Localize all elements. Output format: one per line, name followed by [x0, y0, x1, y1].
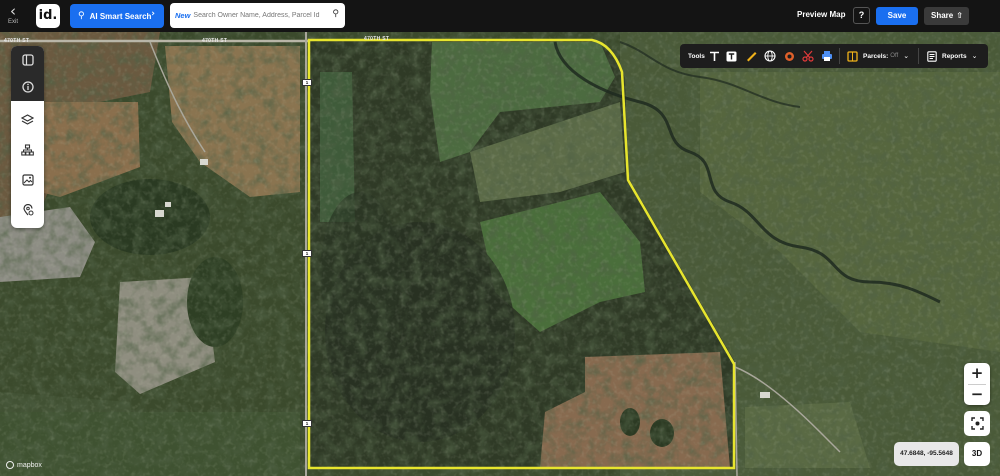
- map-app: ‹ Exit id. ⚲ AI Smart Search › New ⚲ Pre…: [0, 0, 1000, 476]
- zoom-divider: [968, 384, 986, 385]
- reports-label: Reports: [942, 52, 967, 60]
- parcels-label: Parcels:: [863, 52, 889, 60]
- help-button[interactable]: ?: [853, 7, 870, 24]
- search-icon[interactable]: ⚲: [332, 9, 339, 19]
- location-settings-icon[interactable]: [19, 201, 36, 218]
- info-icon[interactable]: [19, 78, 36, 95]
- parcels-icon: [847, 50, 858, 62]
- print-icon[interactable]: [821, 44, 833, 68]
- layers-icon[interactable]: [19, 111, 36, 128]
- map-imagery: [0, 32, 1000, 476]
- 3d-toggle-button[interactable]: 3D: [964, 442, 990, 466]
- panel-toggle-icon[interactable]: [19, 51, 36, 68]
- reports-menu[interactable]: Reports ⌄: [927, 44, 977, 68]
- ai-smart-search-label: AI Smart Search: [89, 11, 152, 21]
- toolbar-divider: [918, 48, 919, 64]
- search-icon: ⚲: [78, 11, 85, 21]
- preview-map-button[interactable]: Preview Map: [797, 10, 845, 19]
- chevron-left-icon: ‹: [10, 2, 16, 20]
- chevron-down-icon: ⌄: [971, 52, 978, 60]
- search-input[interactable]: [193, 12, 334, 19]
- top-bar: ‹ Exit id. ⚲ AI Smart Search › New ⚲ Pre…: [0, 0, 1000, 32]
- mapbox-label: mapbox: [17, 461, 42, 469]
- text-icon[interactable]: [709, 44, 720, 68]
- ruler-icon[interactable]: [746, 44, 757, 68]
- toolbar-divider: [839, 48, 840, 64]
- zoom-out-button[interactable]: −: [964, 384, 990, 405]
- zoom-in-button[interactable]: +: [964, 363, 990, 384]
- recenter-icon: [970, 417, 984, 430]
- new-badge: New: [175, 11, 191, 20]
- tools-label: Tools: [688, 52, 705, 60]
- text-box-icon[interactable]: [726, 44, 737, 68]
- mapbox-attribution[interactable]: mapbox: [6, 461, 42, 469]
- globe-icon[interactable]: [764, 44, 776, 68]
- app-logo[interactable]: id.: [36, 4, 60, 28]
- left-tool-panel: [11, 46, 44, 228]
- chevron-down-icon: ⌄: [903, 52, 910, 60]
- parcels-toggle[interactable]: Parcels: Off ⌄: [847, 44, 909, 68]
- mapbox-logo-icon: [6, 461, 14, 469]
- road-label: 470TH ST: [202, 38, 228, 44]
- zoom-control: + −: [964, 363, 990, 405]
- map-toolbar: Tools Parcels: Off ⌄ Reports ⌄: [680, 44, 988, 68]
- coordinates-readout: 47.6848, -95.5648: [894, 442, 959, 466]
- road-shield: 1: [302, 420, 312, 427]
- scissors-icon[interactable]: [802, 44, 814, 68]
- share-icon: ⇧: [956, 11, 963, 20]
- recenter-button[interactable]: [964, 411, 990, 436]
- search-bar: New ⚲: [170, 3, 345, 28]
- satellite-map[interactable]: 470TH ST 470TH ST 470TH ST 1 1 1: [0, 32, 1000, 476]
- reports-icon: [927, 50, 937, 62]
- circle-icon[interactable]: [784, 44, 795, 68]
- road-shield: 1: [302, 79, 312, 86]
- share-button[interactable]: Share ⇧: [924, 7, 969, 25]
- chevron-right-icon: ›: [151, 9, 155, 19]
- exit-button[interactable]: ‹ Exit: [4, 4, 22, 28]
- share-label: Share: [931, 11, 954, 20]
- image-icon[interactable]: [19, 171, 36, 188]
- ai-smart-search-button[interactable]: ⚲ AI Smart Search ›: [70, 4, 164, 28]
- parcels-state: Off: [890, 53, 899, 59]
- road-shield: 1: [302, 250, 312, 257]
- hierarchy-icon[interactable]: [19, 141, 36, 158]
- road-label: 470TH ST: [364, 36, 390, 42]
- save-button[interactable]: Save: [876, 7, 918, 25]
- exit-label: Exit: [7, 19, 18, 25]
- road-label: 470TH ST: [4, 38, 30, 44]
